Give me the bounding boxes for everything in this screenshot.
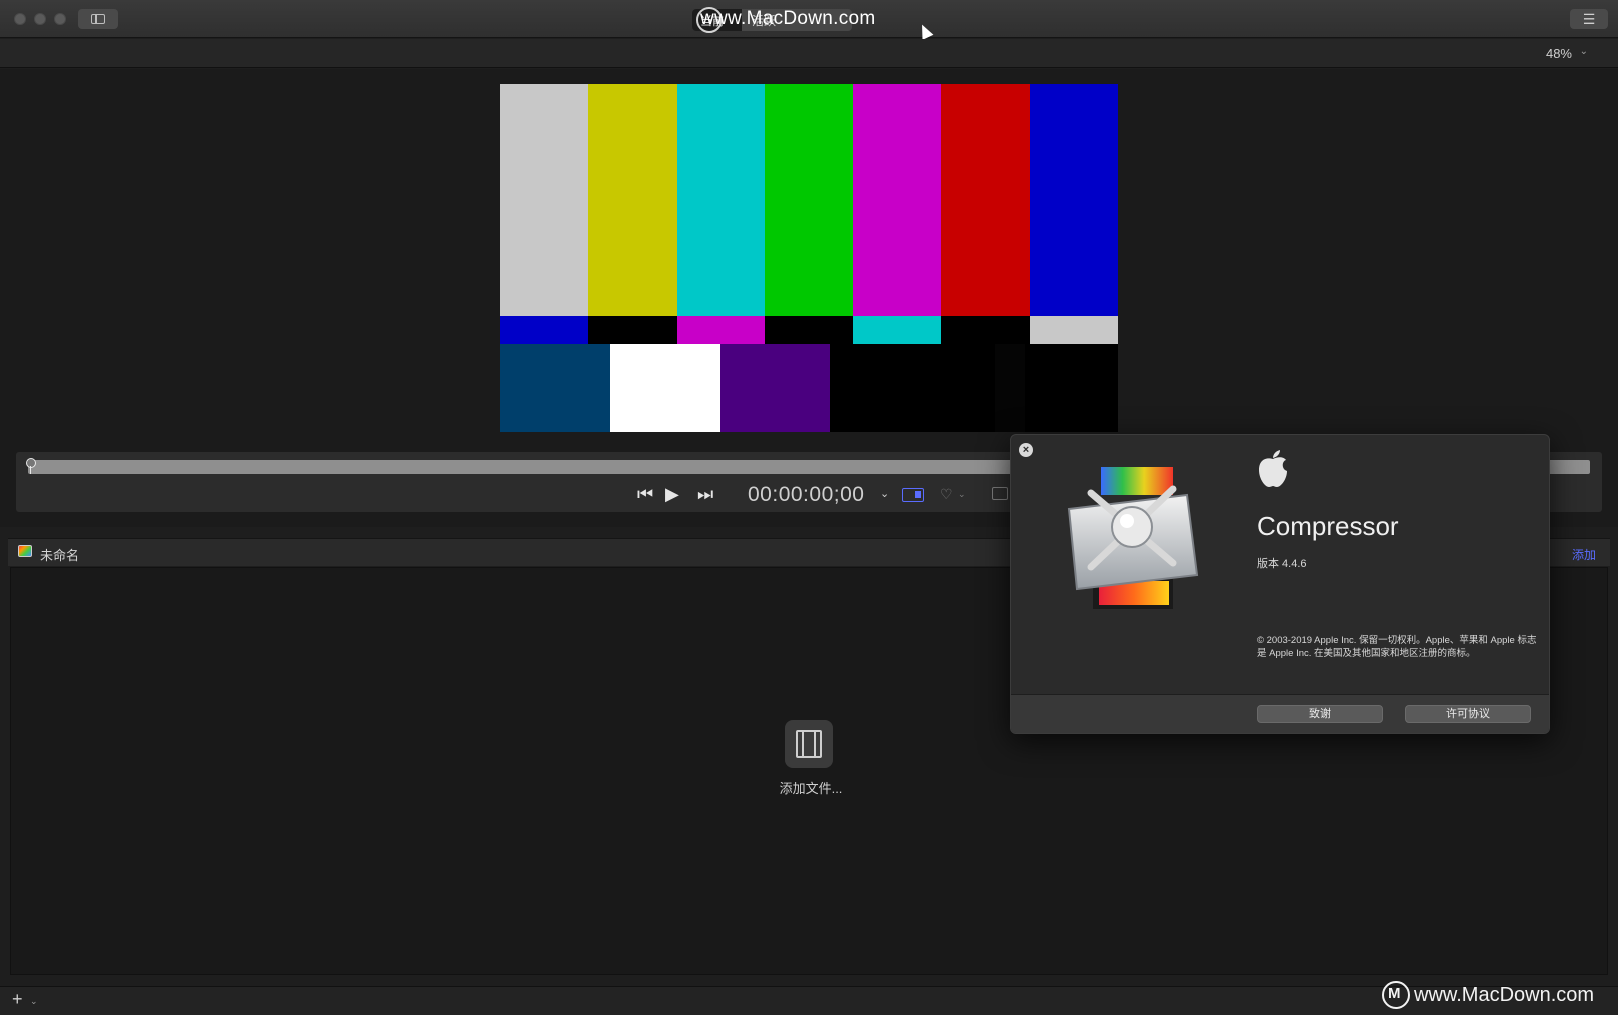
chevron-down-icon[interactable]: ⌄ — [880, 487, 889, 500]
close-icon: × — [1022, 444, 1030, 456]
color-bar-bottom-1 — [610, 344, 720, 432]
inspector-toggle-button[interactable]: ☰ — [1570, 9, 1608, 29]
color-bar-bottom-0 — [500, 344, 610, 432]
app-name: Compressor — [1257, 511, 1399, 541]
color-bar-mid-4 — [853, 316, 942, 344]
color-bar-mid-0 — [500, 316, 589, 344]
color-bar-bottom-4 — [940, 344, 995, 432]
color-bar-top-1 — [588, 84, 677, 316]
batch-title[interactable]: 未命名 — [40, 545, 79, 564]
add-button[interactable]: 添加 — [1572, 546, 1596, 563]
watermark-text: www.MacDown.com — [700, 8, 876, 29]
skip-back-icon: ⏮ — [637, 484, 654, 504]
about-dialog: × Compressor 版本 4.4.6 © 2003-2019 Apple … — [1010, 434, 1550, 734]
apple-logo-icon — [1259, 450, 1287, 487]
color-bar-top-5 — [941, 84, 1030, 316]
color-bar-mid-5 — [941, 316, 1030, 344]
timecode-display[interactable]: 00:00:00;00 — [748, 483, 864, 507]
app-version: 版本 4.4.6 — [1257, 558, 1307, 570]
marker-icon[interactable]: ♡ — [940, 486, 953, 503]
color-bar-bottom-6 — [1025, 344, 1118, 432]
play-icon: ▶ — [665, 484, 679, 504]
color-bar-top-3 — [764, 84, 854, 316]
chevron-down-icon[interactable]: ⌄ — [30, 996, 38, 1007]
color-bar-top-0 — [500, 84, 589, 316]
copyright-notice: © 2003-2019 Apple Inc. 保留一切权利。Apple、苹果和 … — [1257, 635, 1537, 659]
close-window-button[interactable] — [14, 13, 26, 25]
chevron-down-icon: ⌄ — [1579, 46, 1588, 57]
color-bar-bottom-2 — [720, 344, 830, 432]
minimize-window-button[interactable] — [34, 13, 46, 25]
color-bar-mid-2 — [676, 316, 765, 344]
compressor-app-icon — [1067, 467, 1199, 609]
play-button[interactable]: ▶ — [665, 484, 679, 504]
zoom-window-button[interactable] — [54, 13, 66, 25]
add-batch-button[interactable]: + — [12, 989, 23, 1010]
watermark-text: www.MacDown.com — [1414, 984, 1595, 1006]
playhead-handle[interactable] — [26, 458, 36, 474]
license-agreement-button[interactable]: 许可协议 — [1405, 705, 1531, 723]
skip-forward-icon: ⏭ — [697, 484, 714, 504]
color-bar-top-6 — [1029, 84, 1118, 316]
color-bar-top-4 — [853, 84, 942, 316]
caption-icon[interactable] — [992, 487, 1008, 500]
sliders-icon: ☰ — [1582, 11, 1596, 27]
color-bar-mid-3 — [764, 316, 854, 344]
color-bar-mid-1 — [588, 316, 677, 344]
skip-back-button[interactable]: ⏮ — [637, 484, 653, 504]
color-bar-bottom-5 — [995, 344, 1025, 432]
watermark-logo-icon — [1382, 981, 1410, 1009]
batch-icon — [18, 545, 32, 557]
sidebar-toggle-button[interactable] — [78, 9, 118, 29]
smpte-color-bars-preview — [500, 84, 1118, 432]
close-dialog-button[interactable]: × — [1019, 443, 1033, 457]
color-bar-bottom-3 — [830, 344, 940, 432]
bottom-bar — [0, 986, 1618, 1015]
acknowledgements-button[interactable]: 致谢 — [1257, 705, 1383, 723]
skip-forward-button[interactable]: ⏭ — [697, 484, 713, 504]
color-bar-top-2 — [676, 84, 765, 316]
chevron-down-icon[interactable]: ⌄ — [958, 489, 966, 500]
film-icon — [796, 730, 822, 758]
sidebar-icon — [91, 14, 105, 24]
add-file-label[interactable]: 添加文件... — [776, 778, 846, 797]
color-bar-mid-6 — [1029, 316, 1118, 344]
viewer-toolbar — [0, 39, 1618, 68]
view-mode-icon[interactable] — [902, 488, 924, 502]
zoom-level-popup[interactable]: 48% — [1546, 46, 1572, 61]
